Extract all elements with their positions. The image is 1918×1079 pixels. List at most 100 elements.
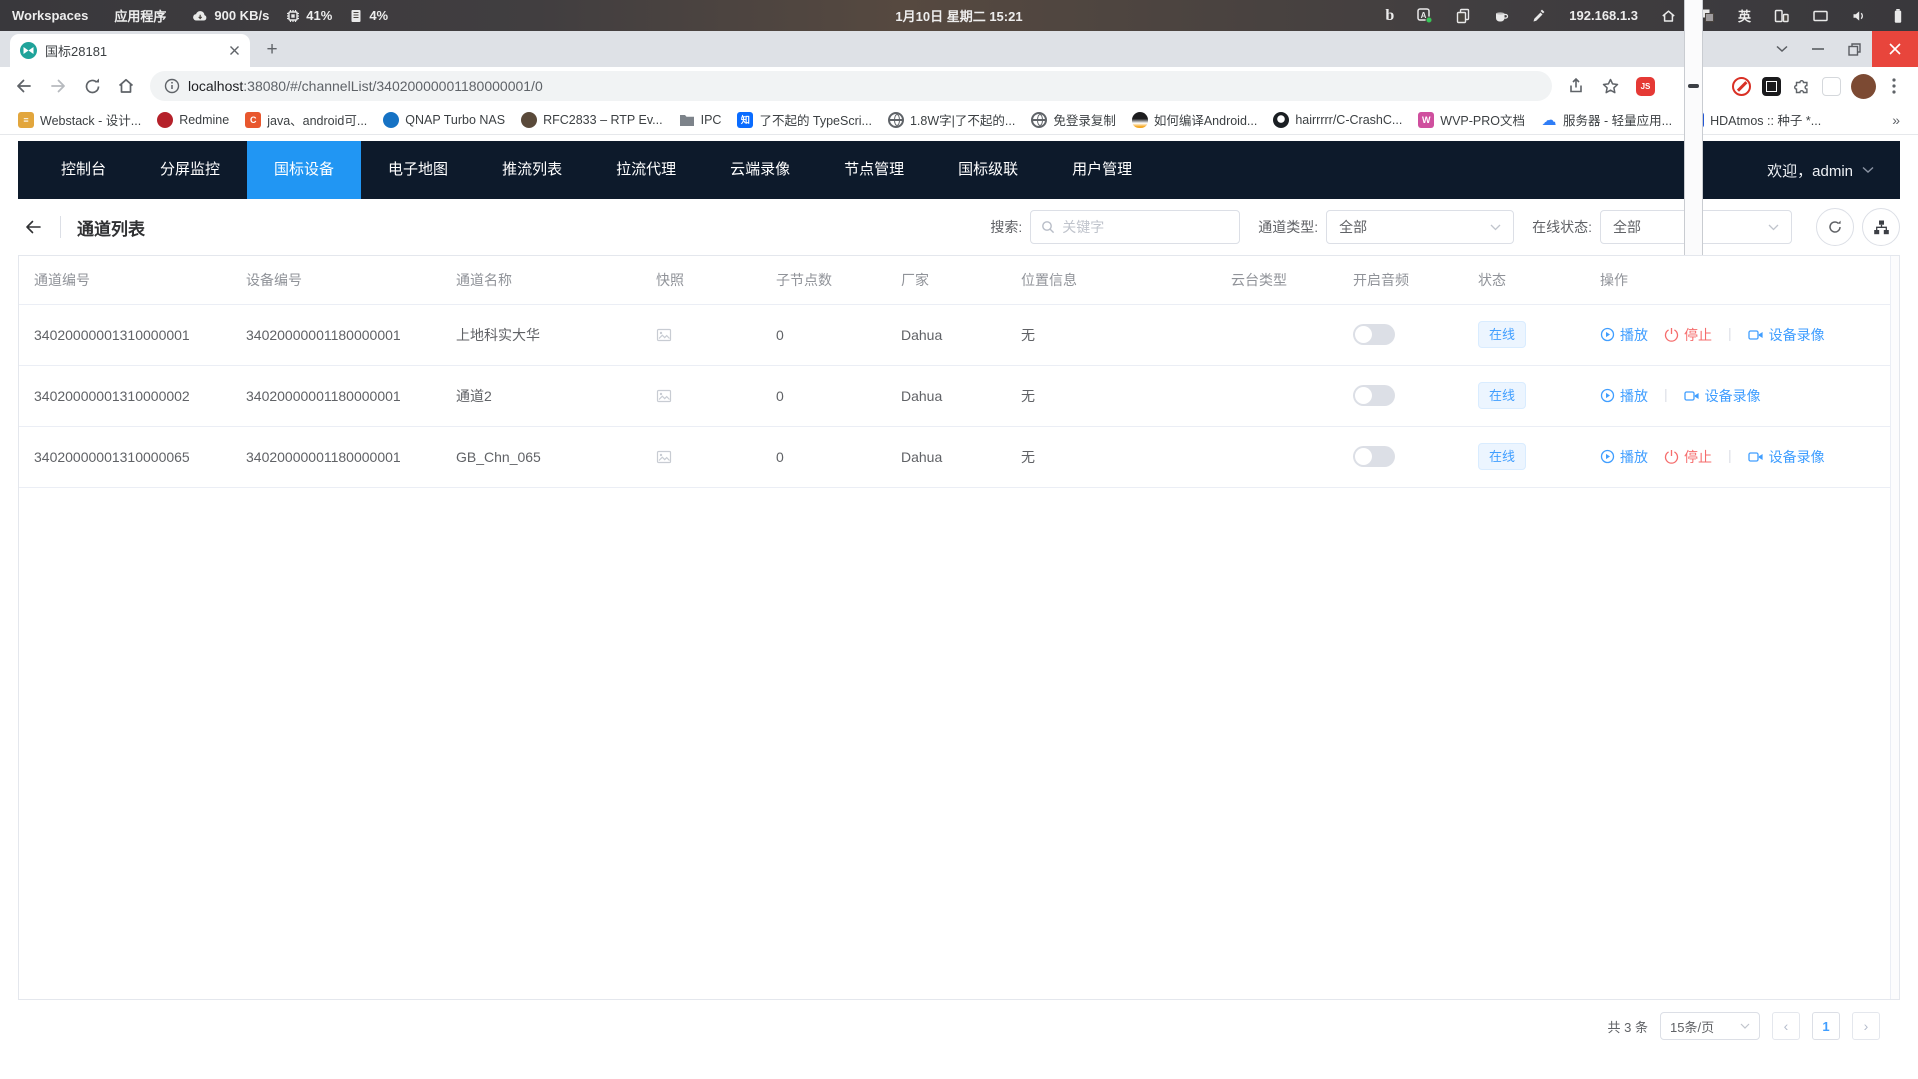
nav-item-8[interactable]: 节点管理 — [817, 141, 931, 199]
reload-button[interactable] — [76, 70, 108, 102]
device-record-button[interactable]: 设备录像 — [1748, 447, 1825, 467]
audio-cell — [1338, 304, 1463, 365]
bookmark-qnap[interactable]: QNAP Turbo NAS — [375, 109, 513, 131]
language-indicator[interactable]: 英 — [1738, 6, 1751, 25]
applications-button[interactable]: 应用程序 — [114, 6, 166, 25]
current-page-button[interactable]: 1 — [1812, 1012, 1840, 1040]
nav-item-3[interactable]: 国标设备 — [247, 141, 361, 199]
device-record-button[interactable]: 设备录像 — [1684, 386, 1761, 406]
app-notification-icon[interactable]: A — [1416, 7, 1433, 24]
bookmark-webstack[interactable]: ≡Webstack - 设计... — [10, 107, 149, 132]
snapshot-icon[interactable] — [656, 449, 751, 465]
device-record-button[interactable]: 设备录像 — [1748, 325, 1825, 345]
bing-icon[interactable]: b — [1385, 8, 1394, 24]
restore-button[interactable] — [1836, 31, 1872, 67]
tree-view-button[interactable] — [1862, 208, 1900, 246]
tab-close-icon[interactable] — [229, 45, 240, 56]
next-page-button[interactable]: › — [1852, 1012, 1880, 1040]
bookmark-18w[interactable]: 1.8W字|了不起的... — [880, 107, 1023, 132]
memory-indicator[interactable]: 4% — [348, 8, 388, 24]
chevron-down-icon — [1862, 166, 1874, 174]
browser-tab-strip: 国标28181 + — [0, 31, 1918, 67]
bookmark-copy[interactable]: 免登录复制 — [1023, 107, 1124, 132]
address-bar[interactable]: localhost:38080/#/channelList/3402000000… — [150, 71, 1552, 101]
snapshot-icon[interactable] — [656, 388, 751, 404]
close-window-button[interactable] — [1872, 31, 1918, 67]
back-button[interactable] — [8, 70, 40, 102]
back-button-page[interactable] — [18, 215, 48, 239]
audio-toggle[interactable] — [1353, 446, 1395, 467]
screenshot-extension-icon[interactable] — [1762, 77, 1781, 96]
tab-search-chevron-icon[interactable] — [1764, 31, 1800, 67]
profile-avatar[interactable] — [1851, 74, 1876, 99]
nav-item-5[interactable]: 推流列表 — [475, 141, 589, 199]
stop-button[interactable]: 停止 — [1664, 325, 1712, 345]
cpu-indicator[interactable]: 41% — [285, 8, 332, 24]
display-icon[interactable] — [1812, 8, 1829, 24]
table-scrollbar[interactable] — [1890, 256, 1899, 999]
browser-tab[interactable]: 国标28181 — [10, 34, 250, 67]
js-extension-icon[interactable]: JS — [1636, 77, 1655, 96]
share-icon[interactable] — [1560, 70, 1592, 102]
bookmark-java-android[interactable]: Cjava、android可... — [237, 107, 375, 132]
home-button[interactable] — [110, 70, 142, 102]
search-input[interactable] — [1062, 219, 1229, 235]
bookmark-typescript[interactable]: 知了不起的 TypeScri... — [729, 107, 880, 132]
prev-page-button[interactable]: ‹ — [1772, 1012, 1800, 1040]
phone-link-icon[interactable] — [1773, 8, 1790, 24]
audio-toggle[interactable] — [1353, 385, 1395, 406]
bookmark-star-icon[interactable] — [1594, 70, 1626, 102]
bookmark-wvp-doc[interactable]: WWVP-PRO文档 — [1410, 107, 1533, 132]
new-tab-button[interactable]: + — [258, 36, 286, 64]
column-header: 通道名称 — [441, 256, 641, 304]
site-info-icon[interactable] — [164, 78, 180, 94]
coffee-icon[interactable] — [1493, 8, 1509, 24]
bookmark-android-build[interactable]: 如何编译Android... — [1124, 107, 1266, 132]
nav-item-10[interactable]: 用户管理 — [1045, 141, 1159, 199]
battery-icon[interactable] — [1890, 8, 1906, 24]
nav-item-4[interactable]: 电子地图 — [361, 141, 475, 199]
clipboard-icon[interactable] — [1455, 8, 1471, 24]
play-button[interactable]: 播放 — [1600, 386, 1648, 406]
forward-button[interactable] — [42, 70, 74, 102]
nav-item-1[interactable]: 控制台 — [34, 141, 133, 199]
blocker-extension-icon[interactable] — [1732, 77, 1751, 96]
bookmark-github-crash-icon — [1273, 112, 1289, 128]
play-button[interactable]: 播放 — [1600, 447, 1648, 467]
bookmark-redmine[interactable]: Redmine — [149, 109, 237, 131]
clock[interactable]: 1月10日 星期二 15:21 — [895, 6, 1022, 25]
cpu-icon — [285, 8, 301, 24]
refresh-button[interactable] — [1816, 208, 1854, 246]
volume-icon[interactable] — [1851, 8, 1868, 24]
extensions-puzzle-icon[interactable] — [1792, 77, 1811, 96]
channel-type-select[interactable]: 全部 — [1326, 210, 1514, 244]
stop-button[interactable]: 停止 — [1664, 447, 1712, 467]
browser-menu-kebab-icon[interactable] — [1878, 70, 1910, 102]
welcome-text: 欢迎，admin — [1767, 160, 1853, 181]
channel-name-cell: 通道2 — [441, 365, 641, 426]
nav-item-7[interactable]: 云端录像 — [703, 141, 817, 199]
page-size-select[interactable]: 15条/页 — [1660, 1012, 1760, 1040]
blank-extension-icon[interactable] — [1822, 77, 1841, 96]
ip-address[interactable]: 192.168.1.3 — [1569, 8, 1638, 23]
workspaces-button[interactable]: Workspaces — [12, 8, 88, 23]
column-header: 云台类型 — [1216, 256, 1338, 304]
color-picker-icon[interactable] — [1531, 8, 1547, 24]
bookmarks-overflow-button[interactable]: » — [1884, 112, 1908, 128]
bookmark-ipc-folder[interactable]: IPC — [671, 109, 730, 131]
user-menu[interactable]: 欢迎，admin — [1767, 160, 1888, 181]
minimize-button[interactable] — [1800, 31, 1836, 67]
network-indicator[interactable]: 900 KB/s — [192, 8, 269, 24]
bookmark-server[interactable]: ☁服务器 - 轻量应用... — [1533, 107, 1680, 132]
home-icon[interactable] — [1660, 8, 1677, 24]
page-header: 通道列表 搜索: 通道类型: 全部 在线状态: 全部 — [18, 199, 1900, 255]
nav-item-2[interactable]: 分屏监控 — [133, 141, 247, 199]
snapshot-icon[interactable] — [656, 327, 751, 343]
play-button[interactable]: 播放 — [1600, 325, 1648, 345]
nav-item-6[interactable]: 拉流代理 — [589, 141, 703, 199]
bookmark-github-crash[interactable]: hairrrrr/C-CrashC... — [1265, 109, 1410, 131]
bookmark-rfc2833[interactable]: RFC2833 – RTP Ev... — [513, 109, 671, 131]
audio-toggle[interactable] — [1353, 324, 1395, 345]
nav-item-9[interactable]: 国标级联 — [931, 141, 1045, 199]
bookmark-server-icon: ☁ — [1541, 112, 1557, 128]
